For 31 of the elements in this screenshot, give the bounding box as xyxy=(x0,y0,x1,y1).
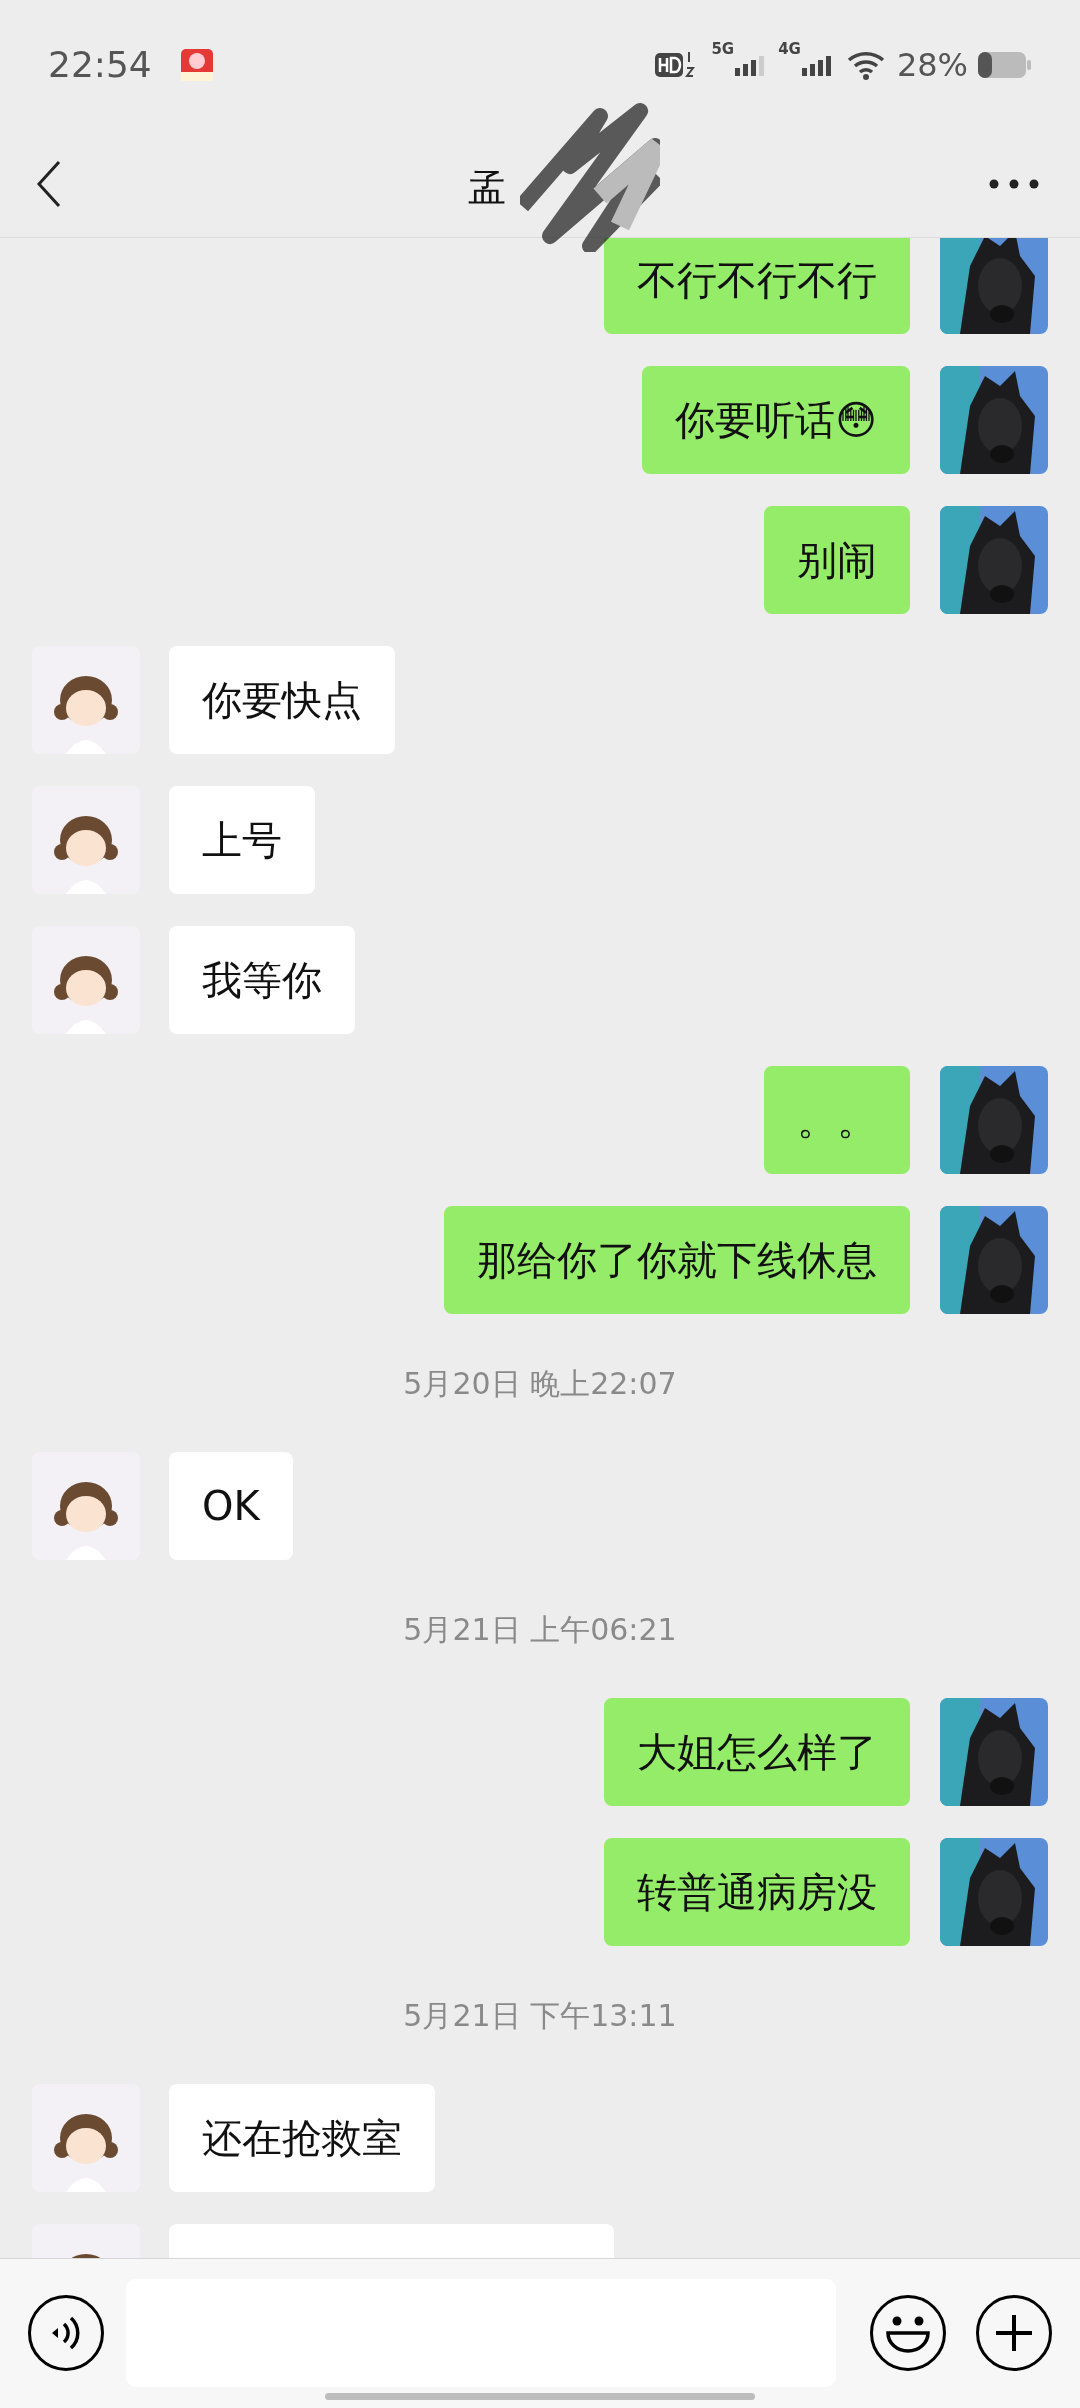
plus-icon xyxy=(994,2313,1034,2353)
signal-icon xyxy=(800,54,833,76)
message-bubble: OK xyxy=(169,1452,293,1560)
status-time: 22:54 xyxy=(48,43,152,87)
signal-icon xyxy=(734,54,767,76)
message-bubble: 那给你了你就下线休息 xyxy=(444,1206,910,1314)
timestamp: 5月20日 晚上22:07 xyxy=(403,1364,677,1403)
app-icon xyxy=(179,48,214,82)
chat-title: 孟 xyxy=(468,165,506,212)
message-bubble: 。。 xyxy=(764,1066,910,1174)
back-icon xyxy=(36,159,62,208)
emoji-button[interactable] xyxy=(870,2295,946,2371)
battery-percent: 28% xyxy=(896,45,968,86)
network-type: 5G xyxy=(711,39,735,60)
add-button[interactable] xyxy=(976,2295,1052,2371)
wifi-icon xyxy=(846,50,887,80)
timestamp: 5月21日 下午13:11 xyxy=(403,1996,677,2035)
message-bubble: 上号 xyxy=(169,786,315,894)
message-bubble: 你要快点 xyxy=(169,646,395,754)
message-bubble: 我等你 xyxy=(169,926,355,1034)
message-bubble: 不行不行不行 xyxy=(604,238,910,334)
message-bubble: 你要听话😳 xyxy=(642,366,910,474)
message-bubble: 别闹 xyxy=(764,506,910,614)
voice-button[interactable] xyxy=(28,2295,104,2371)
more-icon xyxy=(989,178,1039,189)
message-bubble: 转普通病房没 xyxy=(604,1838,910,1946)
message-bubble: 大姐怎么样了 xyxy=(604,1698,910,1806)
battery-icon xyxy=(978,51,1032,79)
message-bubble: 还在抢救室 xyxy=(169,2084,435,2192)
timestamp: 5月21日 上午06:21 xyxy=(403,1610,677,1649)
network-type: 4G xyxy=(778,39,801,60)
